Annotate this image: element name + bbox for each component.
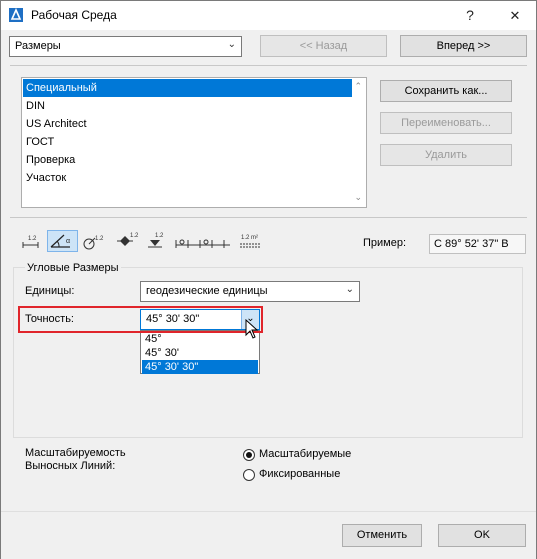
scalable-radio[interactable] [243,449,255,461]
detail-dimension-icon[interactable] [173,230,233,252]
ok-button[interactable]: OK [438,524,526,547]
archicad-app-icon [9,8,23,22]
example-label: Пример: [363,237,407,249]
delete-button[interactable]: Удалить [380,144,512,166]
scheme-list[interactable]: Специальный DIN US Architect ГОСТ Провер… [21,77,367,208]
list-item[interactable]: ГОСТ [23,133,352,151]
radial-dimension-tab-label: 1.2 [95,236,104,242]
level-dimension-tab-label: 1.2 [130,233,139,239]
forward-button[interactable]: Вперед >> [400,35,527,57]
list-item[interactable]: US Architect [23,115,352,133]
separator [10,217,527,218]
help-button[interactable]: ? [453,1,487,30]
list-item[interactable]: 45° 30' 30" [142,360,258,374]
list-item[interactable]: Участок [23,169,352,187]
scalable-label[interactable]: Масштабируемые [259,448,351,460]
group-title: Угловые Размеры [25,262,121,274]
list-item[interactable]: DIN [23,97,352,115]
rename-button[interactable]: Переименовать... [380,112,512,134]
fixed-radio[interactable] [243,469,255,481]
units-label: Единицы: [25,285,75,297]
angular-dimension-icon[interactable]: α [47,230,78,252]
units-select-value: геодезические единицы [146,285,268,297]
mouse-cursor-icon [245,319,259,339]
scroll-up-icon[interactable]: ⌃ [354,81,362,92]
linear-dimension-tab-label: 1.2 [28,236,37,242]
window-title: Рабочая Среда [31,8,117,22]
chevron-down-icon: ⌄ [227,39,236,50]
scaling-label-line2: Выносных Линий: [25,460,116,472]
units-select[interactable]: геодезические единицы ⌄ [140,281,360,302]
area-dimension-icon[interactable]: 1.2 m² [237,230,267,252]
cancel-button[interactable]: Отменить [342,524,422,547]
angular-dimension-tab-label: α [66,238,70,245]
list-item[interactable]: 45° [142,332,258,346]
area-dimension-tab-label: 1.2 m² [241,235,258,241]
save-as-button[interactable]: Сохранить как... [380,80,512,102]
highlight-box [18,306,263,333]
precision-dropdown[interactable]: 45° 45° 30' 45° 30' 30" [140,330,260,374]
panel-select[interactable]: Размеры ⌄ [9,36,242,57]
scaling-label-line1: Масштабируемость [25,447,126,459]
example-value: С 89° 52' 37" В [429,234,526,254]
close-button[interactable]: ✕ [498,1,532,30]
linear-dimension-icon[interactable]: 1.2 [20,230,44,252]
list-item[interactable]: Проверка [23,151,352,169]
fixed-label[interactable]: Фиксированные [259,468,340,480]
panel-select-value: Размеры [15,40,61,52]
list-item[interactable]: Специальный [23,79,352,97]
chevron-down-icon: ⌄ [345,284,354,295]
elevation-dimension-tab-label: 1.2 [155,233,164,239]
separator [10,65,527,66]
elevation-dimension-icon[interactable]: 1.2 [146,230,170,252]
dialog-window: Рабочая Среда ? ✕ Размеры ⌄ << Назад Впе… [0,0,537,559]
radial-dimension-icon[interactable]: 1.2 [81,230,111,252]
list-item[interactable]: 45° 30' [142,346,258,360]
title-bar: Рабочая Среда ? ✕ [1,1,536,30]
scroll-down-icon[interactable]: ⌄ [354,192,362,203]
back-button[interactable]: << Назад [260,35,387,57]
level-dimension-icon[interactable]: 1.2 [115,230,141,252]
